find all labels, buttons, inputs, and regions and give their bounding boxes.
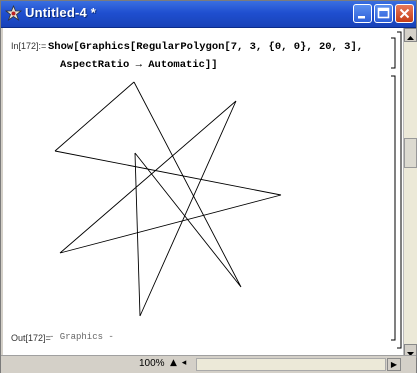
window-title: Untitled-4 * — [25, 5, 97, 20]
output-label: Out[172]= — [11, 333, 51, 343]
minimize-button[interactable] — [353, 4, 372, 23]
mathematica-icon[interactable] — [5, 5, 22, 22]
close-icon — [399, 8, 410, 19]
graphics-output[interactable] — [3, 28, 389, 355]
title-bar[interactable]: Untitled-4 * — [1, 1, 416, 28]
minimize-icon — [358, 16, 365, 19]
zoom-level[interactable]: 100% — [139, 358, 165, 369]
star-outline — [54, 81, 282, 317]
scroll-thumb[interactable] — [404, 138, 417, 168]
close-button[interactable] — [395, 4, 414, 23]
output-value: - Graphics - — [49, 332, 114, 342]
scroll-up-button[interactable] — [404, 28, 417, 42]
notebook-content[interactable]: In[172]:= Show[Graphics[RegularPolygon[7… — [3, 28, 389, 355]
arrow-right-icon: ▶ — [390, 360, 398, 369]
scroll-right-button[interactable]: ▶ — [387, 358, 401, 371]
zoom-menu-arrows[interactable]: ▲ ◂ — [170, 358, 187, 368]
maximize-icon — [377, 7, 390, 19]
horizontal-scrollbar[interactable] — [196, 358, 386, 371]
arrow-up-icon — [407, 36, 414, 40]
status-bar: 100% ▲ ◂ ▶ — [1, 355, 416, 373]
vertical-scrollbar[interactable] — [403, 28, 417, 358]
maximize-button[interactable] — [374, 4, 393, 23]
notebook-window: Untitled-4 * In[172]:= Show[Graphics[Reg… — [0, 0, 417, 373]
